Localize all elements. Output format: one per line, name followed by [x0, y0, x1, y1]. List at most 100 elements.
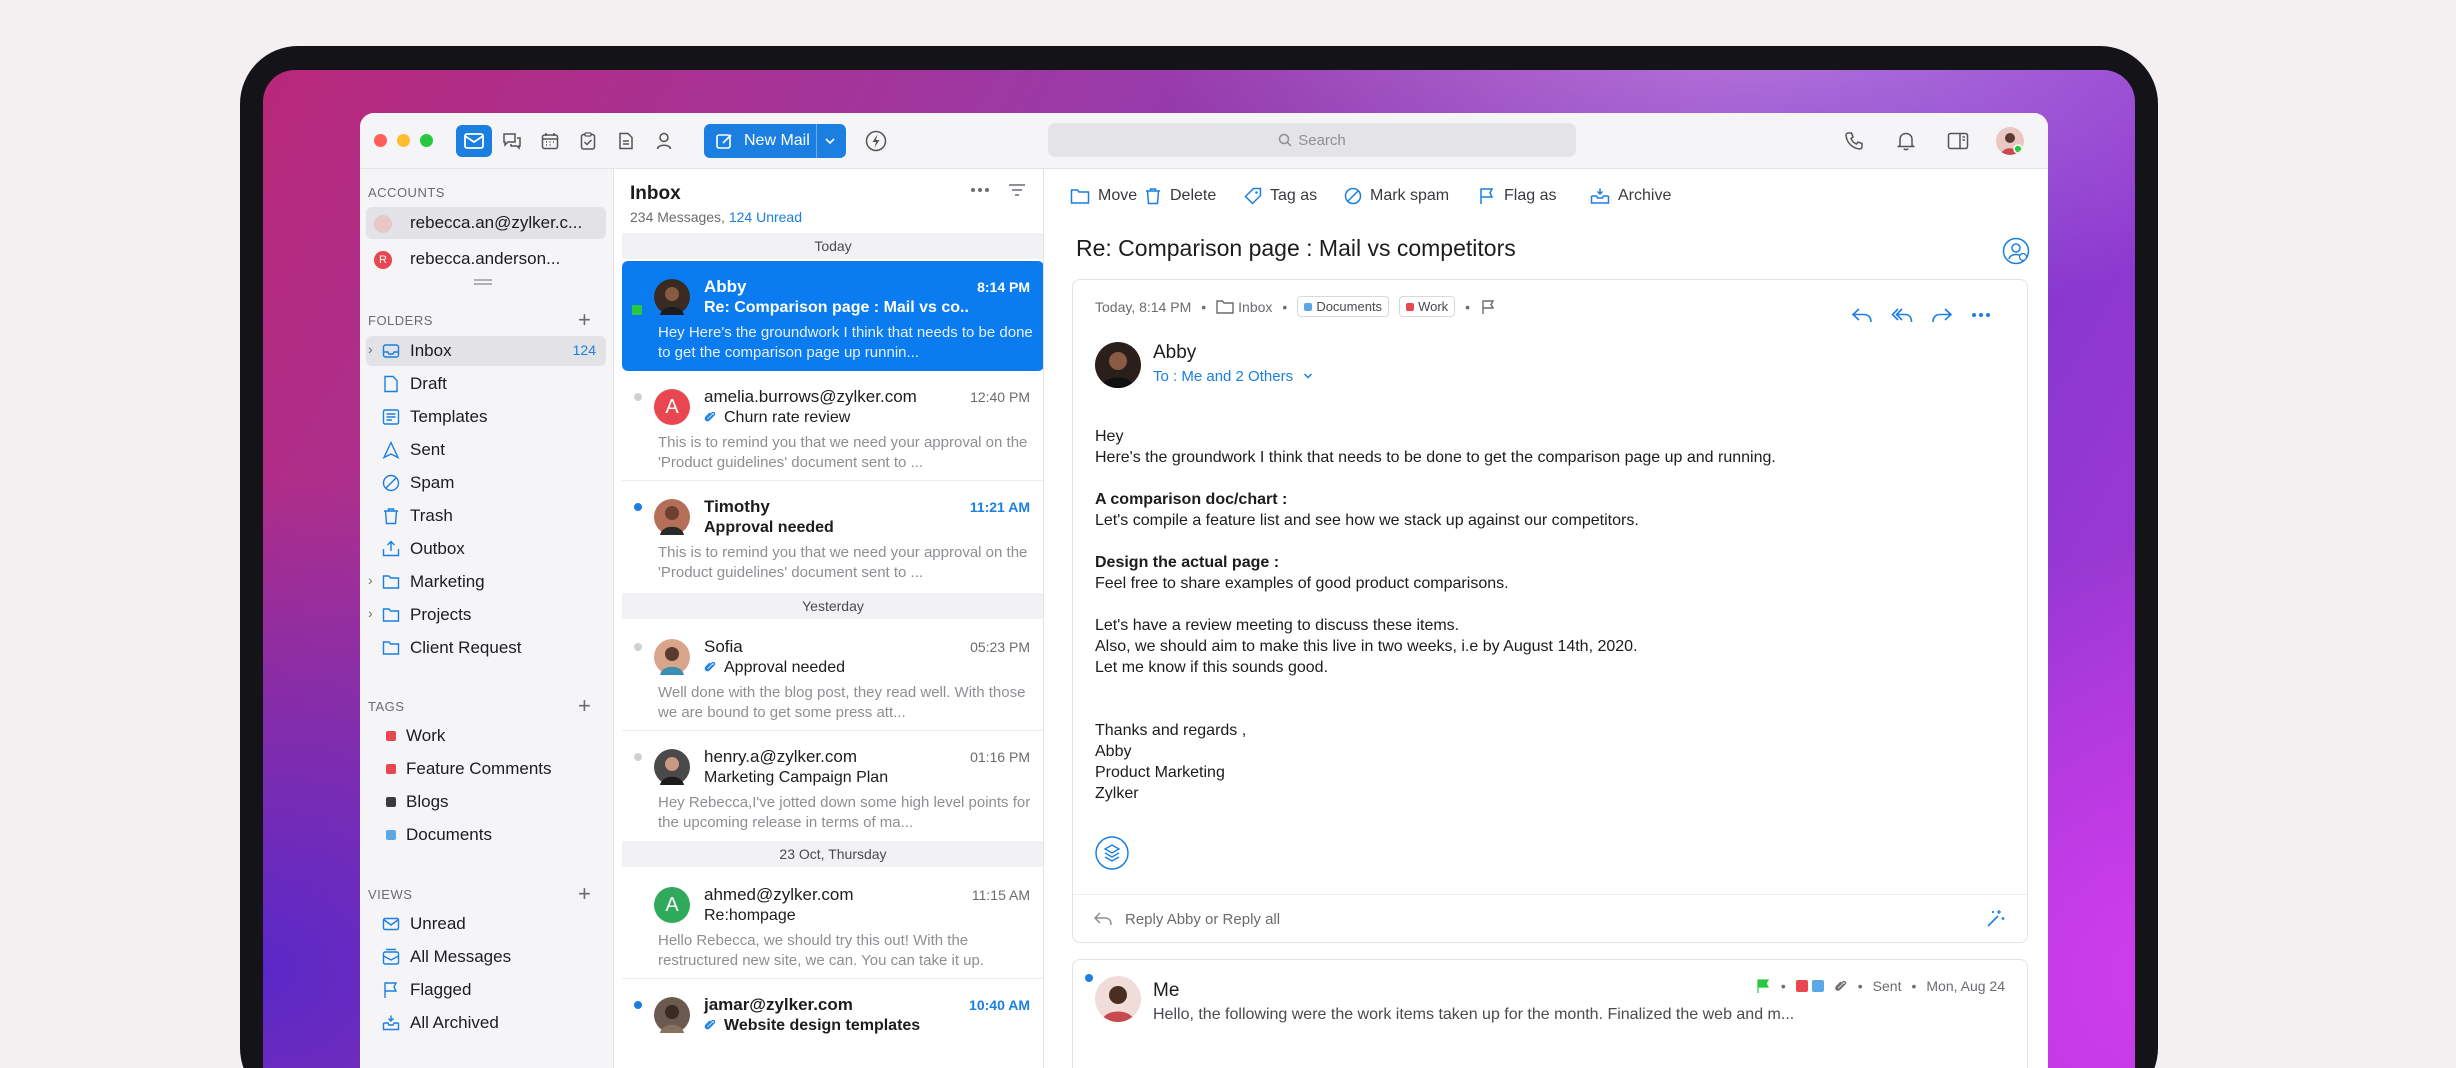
notes-icon[interactable] [608, 125, 644, 157]
folder-client-request[interactable]: Client Request [366, 633, 606, 663]
list-item[interactable]: Timothy 11:21 AM Approval needed This is… [622, 481, 1043, 591]
thread-info: • • Sent • Mon, Aug 24 [1755, 978, 2005, 994]
folder-link[interactable]: Inbox [1216, 299, 1272, 315]
tag-chip-work[interactable]: Work [1399, 296, 1456, 317]
chat-icon[interactable] [494, 125, 530, 157]
inbox-icon [382, 342, 400, 360]
zoom-window-button[interactable] [420, 134, 433, 147]
magic-wand-icon[interactable] [1985, 909, 2005, 929]
tag-color-swatch [1811, 980, 1824, 992]
folder-templates[interactable]: Templates [366, 402, 606, 432]
folder-icon [1070, 187, 1090, 205]
filter-icon[interactable] [1008, 183, 1026, 197]
avatar [374, 215, 392, 233]
contact-settings-icon[interactable] [2002, 237, 2030, 265]
attachment-icon [704, 1018, 716, 1032]
account-item-2[interactable]: R rebecca.anderson... [366, 243, 606, 275]
minimize-window-button[interactable] [397, 134, 410, 147]
list-item[interactable]: Sofia 05:23 PM Approval needed Well done… [622, 621, 1043, 731]
resize-handle[interactable] [474, 279, 492, 285]
folder-inbox[interactable]: › Inbox 124 [366, 336, 606, 366]
folder-projects[interactable]: › Projects [366, 600, 606, 630]
lightning-icon[interactable] [858, 125, 894, 157]
list-item[interactable]: henry.a@zylker.com 01:16 PM Marketing Ca… [622, 731, 1043, 841]
tag-icon [1244, 187, 1262, 205]
view-unread[interactable]: Unread [366, 909, 606, 939]
reply-all-icon[interactable] [1891, 306, 1913, 324]
search-placeholder: Search [1298, 131, 1346, 149]
folder-outbox[interactable]: Outbox [366, 534, 606, 564]
view-all-archived[interactable]: All Archived [366, 1008, 606, 1038]
email-time: Today, 8:14 PM [1095, 298, 1192, 315]
chevron-right-icon[interactable]: › [368, 572, 373, 588]
forward-icon[interactable] [1931, 306, 1953, 324]
layers-icon[interactable] [1095, 836, 1129, 870]
chevron-right-icon[interactable]: › [368, 605, 373, 621]
folder-trash[interactable]: Trash [366, 501, 606, 531]
recipients-dropdown[interactable]: To : Me and 2 Others [1153, 368, 1313, 385]
unread-count-link[interactable]: 124 Unread [729, 209, 802, 225]
tag-as-button[interactable]: Tag as [1244, 187, 1317, 205]
phone-icon[interactable] [1836, 125, 1872, 157]
tag-documents[interactable]: Documents [366, 820, 606, 850]
tag-feature-comments[interactable]: Feature Comments [366, 754, 606, 784]
tag-chip-documents[interactable]: Documents [1297, 296, 1390, 317]
list-title: Inbox [630, 183, 681, 204]
bell-icon[interactable] [1888, 125, 1924, 157]
folder-spam[interactable]: Spam [366, 468, 606, 498]
move-button[interactable]: Move [1070, 187, 1137, 205]
avatar [654, 749, 690, 785]
tasks-icon[interactable] [570, 125, 606, 157]
search-icon [1278, 133, 1292, 147]
add-view-button[interactable]: + [578, 883, 591, 905]
list-count: 234 Messages, 124 Unread [630, 209, 803, 225]
tag-color-swatch [386, 797, 396, 807]
mail-app-icon[interactable] [456, 125, 492, 157]
tag-blogs[interactable]: Blogs [366, 787, 606, 817]
list-item[interactable]: A ahmed@zylker.com 11:15 AM Re:hompage H… [622, 869, 1043, 979]
day-separator: Yesterday [622, 593, 1043, 619]
mark-spam-button[interactable]: Mark spam [1344, 187, 1449, 205]
day-separator: Today [622, 233, 1043, 259]
list-item[interactable]: jamar@zylker.com 10:40 AM Website design… [622, 979, 1043, 1068]
avatar[interactable] [1996, 127, 2024, 155]
chevron-down-icon[interactable] [824, 136, 836, 146]
add-folder-button[interactable]: + [578, 309, 591, 331]
list-item[interactable]: Abby 8:14 PM Re: Comparison page : Mail … [622, 261, 1043, 371]
top-toolbar: New Mail Search [360, 113, 2048, 169]
folder-marketing[interactable]: › Marketing [366, 567, 606, 597]
reading-pane-icon[interactable] [1940, 125, 1976, 157]
search-input[interactable]: Search [1048, 123, 1576, 157]
views-title: VIEWS [368, 887, 413, 902]
new-mail-button[interactable]: New Mail [704, 124, 846, 158]
thread-message[interactable]: Me Hello, the following were the work it… [1072, 959, 2028, 1068]
folder-sent[interactable]: Sent [366, 435, 606, 465]
archive-icon [382, 1014, 400, 1032]
list-item[interactable]: A amelia.burrows@zylker.com 12:40 PM Chu… [622, 371, 1043, 481]
thread-preview: Hello, the following were the work items… [1153, 1006, 1795, 1023]
archive-icon [1590, 187, 1610, 205]
view-all-messages[interactable]: All Messages [366, 942, 606, 972]
avatar [654, 279, 690, 315]
all-messages-icon [382, 948, 400, 966]
calendar-icon[interactable] [532, 125, 568, 157]
flag-as-button[interactable]: Flag as [1478, 187, 1556, 205]
reply-icon [1093, 911, 1113, 927]
delete-button[interactable]: Delete [1144, 187, 1216, 205]
reply-icon[interactable] [1851, 306, 1873, 324]
add-tag-button[interactable]: + [578, 695, 591, 717]
account-item-1[interactable]: rebecca.an@zylker.c... [366, 207, 606, 239]
more-options-icon[interactable] [1971, 306, 1991, 324]
close-window-button[interactable] [374, 134, 387, 147]
flag-icon[interactable] [1480, 299, 1496, 315]
more-options-icon[interactable] [970, 187, 990, 193]
tag-work[interactable]: Work [366, 721, 606, 751]
folder-icon [382, 573, 400, 591]
folder-draft[interactable]: Draft [366, 369, 606, 399]
reply-bar[interactable]: Reply Abby or Reply all [1073, 894, 2027, 942]
chevron-right-icon[interactable]: › [368, 341, 373, 357]
read-dot [634, 393, 642, 401]
view-flagged[interactable]: Flagged [366, 975, 606, 1005]
archive-button[interactable]: Archive [1590, 187, 1671, 205]
contacts-icon[interactable] [646, 125, 682, 157]
